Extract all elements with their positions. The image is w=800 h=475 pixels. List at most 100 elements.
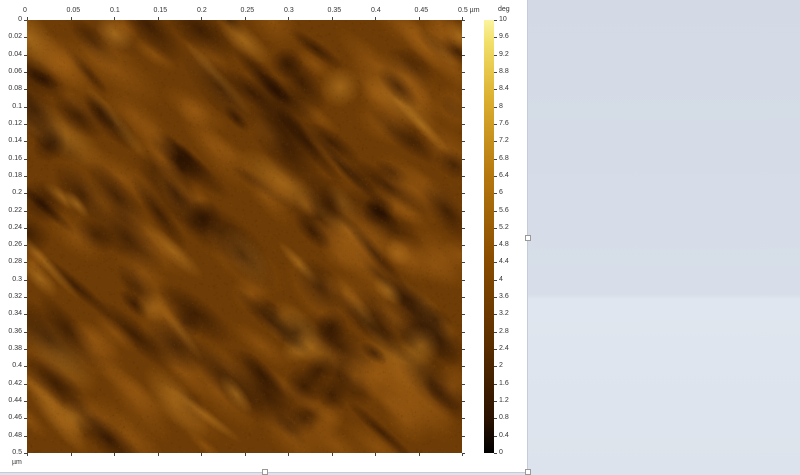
y-tick-label: 0.18 [8, 171, 22, 179]
x-tick [157, 453, 159, 456]
colorbar-tick [494, 245, 497, 247]
y-tick [462, 331, 465, 333]
y-tick [24, 123, 27, 125]
colorbar-tick-label: 2 [499, 362, 503, 370]
y-tick [24, 279, 27, 281]
afm-phase-image[interactable] [27, 20, 462, 453]
colorbar-tick [494, 175, 497, 177]
x-tick-label: 0 [23, 7, 27, 14]
y-tick-label: 0.02 [8, 33, 22, 41]
y-tick-label: 0.12 [8, 119, 22, 127]
colorbar-tick [494, 331, 497, 333]
heatmap-canvas [27, 20, 462, 453]
colorbar-tick [494, 435, 497, 437]
colorbar-tick [494, 193, 497, 195]
colorbar [484, 20, 494, 453]
y-tick [462, 262, 465, 264]
x-tick [331, 17, 333, 20]
colorbar-tick [494, 54, 497, 56]
y-tick-label: 0.06 [8, 67, 22, 75]
y-tick-label: 0.22 [8, 206, 22, 214]
y-tick [462, 106, 465, 108]
y-tick [462, 366, 465, 368]
colorbar-tick-label: 1.6 [499, 379, 509, 387]
y-tick [24, 297, 27, 299]
colorbar-tick [494, 349, 497, 351]
colorbar-tick [494, 141, 497, 143]
colorbar-tick [494, 89, 497, 91]
x-tick [27, 453, 28, 456]
colorbar-tick [494, 71, 497, 73]
colorbar-tick [494, 418, 497, 420]
x-tick-label: 0.3 [284, 7, 294, 14]
colorbar-tick [494, 366, 497, 368]
x-tick-label: 0.4 [371, 7, 381, 14]
y-tick [24, 89, 27, 91]
y-tick-label: 0.28 [8, 258, 22, 266]
y-tick-label: 0.26 [8, 241, 22, 249]
y-tick-label: 0.32 [8, 293, 22, 301]
y-tick [462, 435, 465, 437]
colorbar-tick-label: 0.8 [499, 414, 509, 422]
y-tick [462, 297, 465, 299]
colorbar-tick-label: 7.6 [499, 119, 509, 127]
y-tick-label: 0.5 [12, 449, 22, 456]
colorbar-tick-label: 6.4 [499, 171, 509, 179]
resize-handle-right[interactable] [525, 235, 531, 241]
colorbar-tick-label: 2.8 [499, 327, 509, 335]
colorbar-tick-label: 9.6 [499, 33, 509, 41]
x-tick-label: 0.25 [240, 7, 255, 14]
y-tick [24, 71, 27, 73]
resize-handle-corner[interactable] [525, 469, 531, 475]
y-tick-label: 0.1 [12, 102, 22, 110]
y-tick [24, 383, 27, 385]
y-tick [462, 349, 465, 351]
y-tick [462, 193, 465, 195]
colorbar-tick-label: 8 [499, 102, 503, 110]
x-tick [244, 17, 246, 20]
y-tick [462, 245, 465, 247]
x-tick [288, 453, 289, 456]
colorbar-unit: deg [498, 6, 510, 13]
y-tick [462, 453, 465, 454]
y-tick-label: 0.38 [8, 345, 22, 353]
y-tick-label: 0.2 [12, 189, 22, 197]
y-tick-label: 0.24 [8, 223, 22, 231]
colorbar-tick [494, 158, 497, 160]
x-tick-label: 0.35 [327, 7, 342, 14]
colorbar-tick-label: 3.2 [499, 310, 509, 318]
y-tick [24, 106, 27, 108]
x-tick [114, 453, 115, 456]
colorbar-tick-label: 6.8 [499, 154, 509, 162]
x-tick-label: 0.2 [197, 7, 207, 14]
colorbar-tick-label: 4.4 [499, 258, 509, 266]
y-tick [24, 453, 27, 454]
image-panel: deg µm 0 0.05 0.1 0.15 0.2 0.25 0.3 0.35 0.4 0.45… [0, 0, 528, 473]
x-tick [114, 17, 115, 20]
colorbar-tick-label: 10 [499, 16, 507, 23]
colorbar-tick [494, 106, 497, 108]
colorbar-tick [494, 279, 497, 281]
x-tick [288, 17, 289, 20]
y-tick [462, 37, 465, 39]
y-tick [462, 20, 465, 21]
colorbar-tick-label: 7.2 [499, 137, 509, 145]
colorbar-tick [494, 453, 497, 454]
colorbar-tick-label: 0.4 [499, 431, 509, 439]
x-tick-label: 0.45 [414, 7, 429, 14]
colorbar-tick-label: 5.2 [499, 223, 509, 231]
y-tick [24, 158, 27, 160]
y-tick [24, 262, 27, 264]
colorbar-tick-label: 1.2 [499, 397, 509, 405]
y-tick [462, 418, 465, 420]
y-tick [462, 210, 465, 212]
x-tick [244, 453, 246, 456]
y-tick [24, 54, 27, 56]
resize-handle-bottom[interactable] [262, 469, 268, 475]
colorbar-tick [494, 210, 497, 212]
colorbar-tick-label: 5.6 [499, 206, 509, 214]
colorbar-tick-label: 3.6 [499, 293, 509, 301]
y-tick [24, 435, 27, 437]
x-tick [70, 453, 72, 456]
y-tick [24, 193, 27, 195]
